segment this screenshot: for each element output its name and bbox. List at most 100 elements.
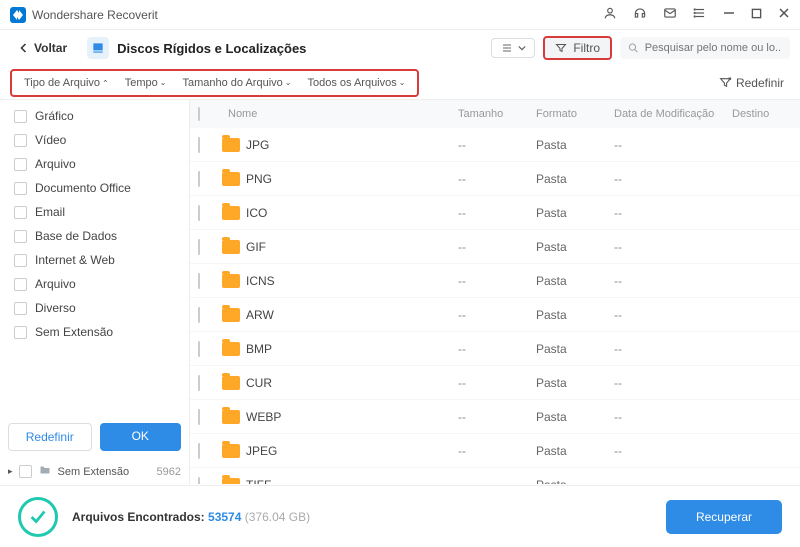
filter-chip[interactable]: Tempo⌄ bbox=[119, 75, 173, 91]
category-item[interactable]: Arquivo bbox=[8, 152, 181, 176]
table-row[interactable]: JPG -- Pasta -- bbox=[190, 128, 800, 162]
checkbox[interactable] bbox=[198, 137, 200, 153]
reset-filter-button[interactable]: Redefinir bbox=[713, 72, 790, 94]
checkbox[interactable] bbox=[14, 158, 27, 171]
tree-item[interactable]: ▸ Sem Extensão 5962 bbox=[0, 459, 189, 484]
row-name: TIFF bbox=[246, 478, 271, 485]
tree-item-count: 5962 bbox=[157, 466, 181, 478]
row-format: Pasta bbox=[536, 206, 606, 220]
reset-icon bbox=[719, 76, 732, 89]
main: GráficoVídeoArquivoDocumento OfficeEmail… bbox=[0, 100, 800, 484]
checkbox[interactable] bbox=[198, 171, 200, 187]
header-date[interactable]: Data de Modificação bbox=[614, 108, 724, 120]
checkbox[interactable] bbox=[198, 341, 200, 357]
checkbox[interactable] bbox=[198, 375, 200, 391]
category-item[interactable]: Diverso bbox=[8, 296, 181, 320]
table-row[interactable]: CUR -- Pasta -- bbox=[190, 366, 800, 400]
checkbox[interactable] bbox=[198, 477, 200, 485]
menu-icon[interactable] bbox=[693, 6, 707, 23]
search-input[interactable] bbox=[645, 42, 782, 54]
recover-button[interactable]: Recuperar bbox=[666, 500, 782, 534]
headset-icon[interactable] bbox=[633, 6, 647, 23]
checkbox[interactable] bbox=[14, 206, 27, 219]
header-size[interactable]: Tamanho bbox=[458, 108, 528, 120]
category-item[interactable]: Gráfico bbox=[8, 104, 181, 128]
category-item[interactable]: Internet & Web bbox=[8, 248, 181, 272]
back-button[interactable]: Voltar bbox=[10, 37, 75, 59]
table-row[interactable]: GIF -- Pasta -- bbox=[190, 230, 800, 264]
checkbox[interactable] bbox=[19, 465, 32, 478]
row-name: ICO bbox=[246, 206, 267, 220]
checkbox[interactable] bbox=[14, 302, 27, 315]
folder-icon bbox=[222, 240, 240, 254]
row-size: -- bbox=[458, 410, 528, 424]
category-item[interactable]: Vídeo bbox=[8, 128, 181, 152]
row-size: -- bbox=[458, 172, 528, 186]
found-size: (376.04 GB) bbox=[245, 510, 310, 524]
row-name: CUR bbox=[246, 376, 272, 390]
minimize-icon[interactable] bbox=[723, 7, 735, 22]
row-date: -- bbox=[614, 478, 724, 485]
file-list: Nome Tamanho Formato Data de Modificação… bbox=[190, 100, 800, 484]
account-icon[interactable] bbox=[603, 6, 617, 23]
table-row[interactable]: WEBP -- Pasta -- bbox=[190, 400, 800, 434]
checkbox[interactable] bbox=[14, 182, 27, 195]
sidebar-ok-button[interactable]: OK bbox=[100, 423, 182, 451]
caret-icon[interactable]: ▸ bbox=[8, 466, 13, 477]
category-item[interactable]: Base de Dados bbox=[8, 224, 181, 248]
checkbox[interactable] bbox=[14, 110, 27, 123]
category-item[interactable]: Email bbox=[8, 200, 181, 224]
select-all-checkbox[interactable] bbox=[198, 107, 200, 121]
filter-chip[interactable]: Todos os Arquivos⌄ bbox=[301, 75, 411, 91]
checkbox[interactable] bbox=[198, 307, 200, 323]
row-date: -- bbox=[614, 444, 724, 458]
filter-button[interactable]: Filtro bbox=[543, 36, 612, 60]
table-row[interactable]: TIFF -- Pasta -- bbox=[190, 468, 800, 484]
found-count: 53574 bbox=[208, 510, 241, 524]
row-size: -- bbox=[458, 138, 528, 152]
table-row[interactable]: ICNS -- Pasta -- bbox=[190, 264, 800, 298]
table-row[interactable]: ARW -- Pasta -- bbox=[190, 298, 800, 332]
close-icon[interactable] bbox=[778, 7, 790, 22]
checkbox[interactable] bbox=[198, 239, 200, 255]
folder-icon bbox=[222, 172, 240, 186]
checkbox[interactable] bbox=[198, 409, 200, 425]
header-dest[interactable]: Destino bbox=[732, 108, 792, 120]
checkbox[interactable] bbox=[14, 326, 27, 339]
checkbox[interactable] bbox=[14, 134, 27, 147]
header-name[interactable]: Nome bbox=[222, 108, 450, 120]
category-item[interactable]: Sem Extensão bbox=[8, 320, 181, 344]
titlebar: Wondershare Recoverit bbox=[0, 0, 800, 30]
table-row[interactable]: PNG -- Pasta -- bbox=[190, 162, 800, 196]
sidebar-reset-button[interactable]: Redefinir bbox=[8, 423, 92, 451]
filter-chip-label: Tipo de Arquivo bbox=[24, 77, 100, 89]
category-label: Arquivo bbox=[35, 277, 76, 291]
folder-icon bbox=[222, 308, 240, 322]
view-mode-toggle[interactable] bbox=[491, 38, 535, 58]
table-row[interactable]: JPEG -- Pasta -- bbox=[190, 434, 800, 468]
row-date: -- bbox=[614, 342, 724, 356]
header-format[interactable]: Formato bbox=[536, 108, 606, 120]
filter-chip[interactable]: Tipo de Arquivo⌄ bbox=[18, 75, 115, 91]
table-row[interactable]: ICO -- Pasta -- bbox=[190, 196, 800, 230]
row-format: Pasta bbox=[536, 240, 606, 254]
mail-icon[interactable] bbox=[663, 6, 677, 23]
checkbox[interactable] bbox=[198, 205, 200, 221]
maximize-icon[interactable] bbox=[751, 8, 762, 22]
checkbox[interactable] bbox=[198, 273, 200, 289]
checkbox[interactable] bbox=[14, 278, 27, 291]
row-name: JPEG bbox=[246, 444, 277, 458]
category-item[interactable]: Arquivo bbox=[8, 272, 181, 296]
checkbox[interactable] bbox=[14, 230, 27, 243]
folder-icon bbox=[222, 274, 240, 288]
checkbox[interactable] bbox=[14, 254, 27, 267]
table-row[interactable]: BMP -- Pasta -- bbox=[190, 332, 800, 366]
row-date: -- bbox=[614, 410, 724, 424]
row-size: -- bbox=[458, 342, 528, 356]
folder-icon bbox=[222, 342, 240, 356]
search-box[interactable] bbox=[620, 37, 790, 59]
filter-chip[interactable]: Tamanho do Arquivo⌄ bbox=[176, 75, 297, 91]
status-message: Arquivos Encontrados: 53574 (376.04 GB) bbox=[72, 510, 310, 524]
checkbox[interactable] bbox=[198, 443, 200, 459]
category-item[interactable]: Documento Office bbox=[8, 176, 181, 200]
